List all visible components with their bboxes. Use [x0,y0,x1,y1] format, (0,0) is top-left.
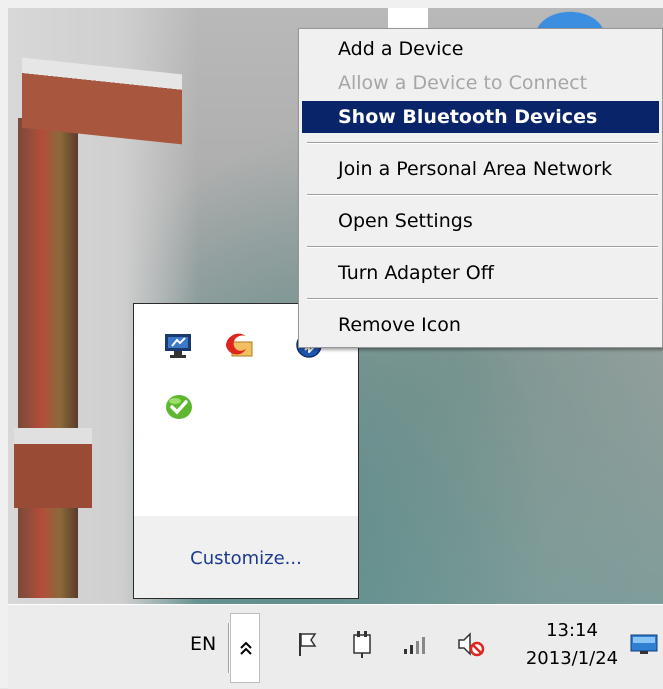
network-monitor-icon[interactable] [162,328,196,362]
menu-item-join-pan[interactable]: Join a Personal Area Network [302,153,659,185]
show-desktop-icon[interactable] [630,633,658,655]
volume-muted-icon[interactable] [456,629,486,659]
clock-time: 13:14 [546,620,598,641]
show-hidden-icons-button[interactable] [230,613,260,683]
menu-separator [307,194,658,196]
menu-separator [307,298,658,300]
menu-separator [307,142,658,144]
green-check-chat-icon[interactable] [162,390,196,424]
menu-item-turn-adapter-off[interactable]: Turn Adapter Off [302,257,659,289]
menu-item-open-settings[interactable]: Open Settings [302,205,659,237]
chevron-up-icon [240,641,252,655]
menu-item-add-device[interactable]: Add a Device [302,33,659,65]
menu-separator [307,246,658,248]
language-indicator[interactable]: EN [190,633,216,655]
menu-item-remove-icon[interactable]: Remove Icon [302,309,659,341]
network-signal-icon[interactable] [401,629,431,659]
action-center-flag-icon[interactable] [293,629,323,659]
taskbar: EN 13:14 2013/1/24 [8,604,663,689]
menu-item-allow-device: Allow a Device to Connect [338,72,588,94]
customize-link[interactable]: Customize... [134,548,358,569]
power-plug-icon[interactable] [348,629,378,659]
clock-date: 2013/1/24 [525,648,619,669]
bluetooth-context-menu: Add a Device Allow a Device to Connect S… [298,28,663,348]
flyout-footer: Customize... [134,516,358,598]
red-swirl-app-icon[interactable] [222,328,256,362]
menu-item-show-devices[interactable]: Show Bluetooth Devices [302,101,659,133]
system-clock[interactable]: 13:14 2013/1/24 [516,617,628,673]
